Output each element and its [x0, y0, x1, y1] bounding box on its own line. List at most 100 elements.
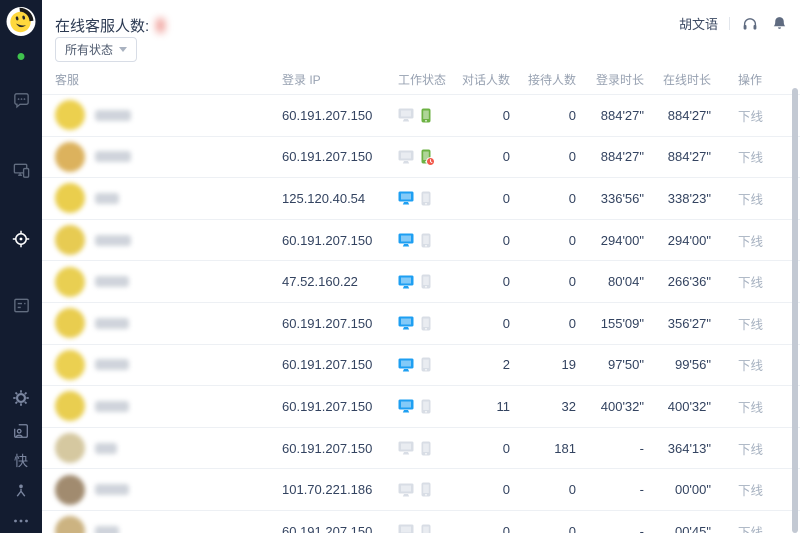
col-header-agent: 客服 [55, 72, 80, 87]
work-status-cell [392, 233, 454, 248]
login-duration: 336'56" [600, 190, 644, 206]
login-duration: 97'50" [607, 357, 644, 373]
offline-action-link[interactable]: 下线 [738, 235, 763, 249]
offline-action-link[interactable]: 下线 [738, 318, 763, 332]
login-ip-value: 60.191.207.150 [282, 232, 373, 248]
online-duration: 00'00" [674, 482, 711, 498]
sidebar-item-chat[interactable] [11, 90, 31, 110]
login-ip-value: 60.191.207.150 [282, 149, 373, 165]
login-ip-value: 101.70.221.186 [282, 482, 373, 498]
sidebar-item-settings[interactable] [11, 388, 31, 408]
dialog-count: 0 [502, 149, 510, 165]
offline-action-link[interactable]: 下线 [738, 110, 763, 124]
login-ip-value: 60.191.207.150 [282, 107, 373, 123]
bell-icon [773, 17, 785, 29]
online-count-redacted [156, 18, 166, 33]
agent-name-redacted [95, 400, 129, 412]
devices-icon [13, 163, 29, 178]
sidebar-item-form[interactable] [11, 295, 31, 315]
avatar [55, 100, 85, 131]
avatar [55, 349, 85, 380]
online-duration: 400'32" [667, 398, 711, 414]
user-name[interactable]: 胡文语 [679, 14, 718, 33]
login-duration: 155'09" [600, 315, 644, 331]
chevron-down-icon [119, 47, 128, 52]
login-duration: 884'27" [600, 107, 644, 123]
work-status-cell [392, 108, 454, 123]
offline-action-link[interactable]: 下线 [738, 151, 763, 165]
dialog-count: 0 [502, 315, 510, 331]
sidebar-item-monitor-active[interactable] [11, 229, 31, 249]
table-row: 60.191.207.150 [42, 95, 800, 137]
desktop-status-icon [398, 358, 414, 372]
status-filter-dropdown[interactable]: 所有状态 [55, 37, 138, 62]
col-header-received: 接待人数 [527, 72, 576, 87]
sidebar-item-user-frame[interactable] [11, 421, 31, 441]
desktop-status-icon [398, 399, 414, 413]
offline-action-link[interactable]: 下线 [738, 193, 763, 207]
headset-icon [743, 17, 757, 30]
table-row: 60.191.207.150 [42, 303, 800, 345]
sidebar-item-quick-reply[interactable]: 快 [11, 451, 31, 471]
mobile-status-icon [421, 357, 431, 372]
received-count: 0 [568, 190, 576, 206]
avatar [55, 433, 85, 464]
avatar [55, 183, 85, 214]
col-header-online-duration: 在线时长 [662, 72, 711, 87]
received-count: 181 [554, 440, 576, 456]
agent-name-redacted [95, 442, 117, 454]
login-duration: - [639, 482, 644, 498]
dialog-count: 0 [502, 440, 510, 456]
login-ip-value: 60.191.207.150 [282, 357, 373, 373]
desktop-status-icon [398, 191, 414, 205]
login-duration: - [639, 523, 644, 533]
table-row: 60.191.207.150 [42, 386, 800, 428]
offline-action-link[interactable]: 下线 [738, 443, 763, 457]
received-count: 0 [568, 523, 576, 533]
mobile-status-icon [421, 233, 431, 248]
login-ip-value: 60.191.207.150 [282, 315, 373, 331]
sidebar-item-more[interactable] [11, 511, 31, 531]
work-status-cell [392, 441, 454, 456]
work-status-cell [392, 316, 454, 331]
headset-button[interactable] [741, 15, 759, 33]
mobile-status-icon [421, 191, 431, 206]
offline-action-link[interactable]: 下线 [738, 526, 763, 533]
mobile-status-icon [421, 108, 431, 123]
table-row: 60.191.207.150 [42, 345, 800, 387]
gear-icon [13, 390, 29, 406]
table-row: 60.191.207.150 [42, 428, 800, 470]
sidebar-item-devices[interactable] [11, 160, 31, 180]
dialog-count: 2 [502, 357, 510, 373]
received-count: 0 [568, 482, 576, 498]
work-status-cell [392, 524, 454, 533]
online-duration: 884'27" [667, 107, 711, 123]
topbar: 在线客服人数: 所有状态 胡文语 [42, 0, 800, 64]
form-icon [13, 298, 29, 312]
table-body: 60.191.207.150 0 0 884'27" 884'27" 下线 60… [42, 95, 800, 533]
desktop-status-icon [398, 524, 414, 533]
table-header-row: 客服 登录 IP 工作状态 对话人数 接待人数 登录时长 在线时长 操作 [42, 64, 800, 95]
avatar [55, 225, 85, 256]
sidebar-item-transfer[interactable] [11, 481, 31, 501]
scrollbar[interactable] [792, 88, 798, 533]
dialog-count: 0 [502, 190, 510, 206]
login-duration: 294'00" [600, 232, 644, 248]
col-header-dialogs: 对话人数 [461, 72, 510, 87]
offline-action-link[interactable]: 下线 [738, 276, 763, 290]
sidebar: 快 [0, 0, 42, 533]
agent-name-redacted [95, 317, 129, 329]
avatar [55, 516, 85, 533]
desktop-status-icon [398, 275, 414, 289]
page-title: 在线客服人数: [55, 18, 150, 35]
mobile-status-icon [421, 524, 431, 533]
notifications-button[interactable] [770, 15, 788, 33]
mobile-status-icon [421, 441, 431, 456]
offline-action-link[interactable]: 下线 [738, 484, 763, 498]
offline-action-link[interactable]: 下线 [738, 401, 763, 415]
table-row: 47.52.160.22 0 0 80'04" 266'36" 下线 [42, 261, 800, 303]
offline-action-link[interactable]: 下线 [738, 359, 763, 373]
app-logo[interactable] [6, 6, 37, 37]
main-content: 在线客服人数: 所有状态 胡文语 客服 登录 IP 工作状态 对话人数 接待人数… [42, 0, 800, 533]
avatar [55, 474, 85, 505]
